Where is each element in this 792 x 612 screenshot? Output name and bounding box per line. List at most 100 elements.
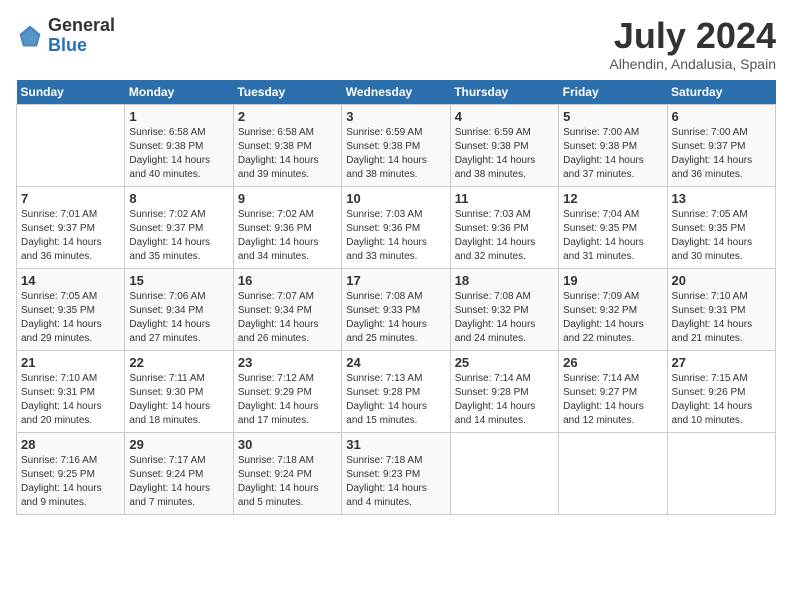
sunrise-text: Sunrise: 7:06 AM [129, 291, 205, 302]
daylight-text: and 37 minutes. [563, 169, 634, 180]
calendar-cell [17, 104, 125, 186]
day-number: 17 [346, 273, 445, 288]
day-number: 4 [455, 109, 554, 124]
daylight-text: Daylight: 14 hours [129, 319, 210, 330]
daylight-text: Daylight: 14 hours [672, 401, 753, 412]
calendar-cell: 7Sunrise: 7:01 AMSunset: 9:37 PMDaylight… [17, 186, 125, 268]
calendar-cell: 14Sunrise: 7:05 AMSunset: 9:35 PMDayligh… [17, 268, 125, 350]
sunset-text: Sunset: 9:33 PM [346, 305, 420, 316]
daylight-text: Daylight: 14 hours [21, 319, 102, 330]
daylight-text: Daylight: 14 hours [346, 155, 427, 166]
day-number: 19 [563, 273, 662, 288]
daylight-text: and 36 minutes. [21, 251, 92, 262]
daylight-text: and 9 minutes. [21, 497, 87, 508]
day-number: 31 [346, 437, 445, 452]
sunrise-text: Sunrise: 7:11 AM [129, 373, 204, 384]
calendar-week-row: 1 Sunrise: 6:58 AM Sunset: 9:38 PM Daylight… [17, 104, 776, 186]
calendar-cell: 12Sunrise: 7:04 AMSunset: 9:35 PMDayligh… [559, 186, 667, 268]
day-info: Sunrise: 7:10 AMSunset: 9:31 PMDaylight:… [672, 290, 771, 346]
daylight-text: and 27 minutes. [129, 333, 200, 344]
day-number: 25 [455, 355, 554, 370]
day-info: Sunrise: 7:01 AMSunset: 9:37 PMDaylight:… [21, 208, 120, 264]
sunset-text: Sunset: 9:29 PM [238, 387, 312, 398]
calendar-cell: 24Sunrise: 7:13 AMSunset: 9:28 PMDayligh… [342, 350, 450, 432]
daylight-text: and 33 minutes. [346, 251, 417, 262]
day-info: Sunrise: 7:14 AMSunset: 9:28 PMDaylight:… [455, 372, 554, 428]
day-info: Sunrise: 7:09 AMSunset: 9:32 PMDaylight:… [563, 290, 662, 346]
daylight-text: Daylight: 14 hours [129, 483, 210, 494]
daylight-text: and 31 minutes. [563, 251, 634, 262]
day-of-week-header: Wednesday [342, 80, 450, 105]
calendar-cell: 28Sunrise: 7:16 AMSunset: 9:25 PMDayligh… [17, 432, 125, 514]
sunset-text: Sunset: 9:24 PM [129, 469, 203, 480]
daylight-text: Daylight: 14 hours [238, 483, 319, 494]
calendar-week-row: 7Sunrise: 7:01 AMSunset: 9:37 PMDaylight… [17, 186, 776, 268]
day-info: Sunrise: 7:18 AMSunset: 9:23 PMDaylight:… [346, 454, 445, 510]
day-number: 10 [346, 191, 445, 206]
daylight-text: and 30 minutes. [672, 251, 743, 262]
day-number: 22 [129, 355, 228, 370]
day-number: 27 [672, 355, 771, 370]
logo-text: General Blue [48, 16, 115, 56]
sunset-text: Sunset: 9:38 PM [455, 141, 529, 152]
calendar-cell: 29Sunrise: 7:17 AMSunset: 9:24 PMDayligh… [125, 432, 233, 514]
day-number: 1 [129, 109, 228, 124]
daylight-text: and 34 minutes. [238, 251, 309, 262]
calendar-cell: 16 Sunrise: 7:07 AMSunset: 9:34 PMDayligh… [233, 268, 341, 350]
sunrise-text: Sunrise: 7:12 AM [238, 373, 314, 384]
day-of-week-header: Sunday [17, 80, 125, 105]
daylight-text: and 22 minutes. [563, 333, 634, 344]
sunset-text: Sunset: 9:36 PM [346, 223, 420, 234]
daylight-text: and 14 minutes. [455, 415, 526, 426]
day-number: 20 [672, 273, 771, 288]
day-info: Sunrise: 7:07 AMSunset: 9:34 PMDaylight:… [238, 290, 337, 346]
sunset-text: Sunset: 9:38 PM [238, 141, 312, 152]
day-info: Sunrise: 7:00 AMSunset: 9:38 PMDaylight:… [563, 126, 662, 182]
calendar-cell [450, 432, 558, 514]
daylight-text: and 26 minutes. [238, 333, 309, 344]
day-of-week-header: Saturday [667, 80, 775, 105]
calendar-cell: 26Sunrise: 7:14 AMSunset: 9:27 PMDayligh… [559, 350, 667, 432]
sunrise-text: Sunrise: 7:00 AM [672, 127, 748, 138]
day-number: 24 [346, 355, 445, 370]
day-number: 18 [455, 273, 554, 288]
logo-icon [16, 22, 44, 50]
sunrise-text: Sunrise: 7:07 AM [238, 291, 314, 302]
daylight-text: and 29 minutes. [21, 333, 92, 344]
sunrise-text: Sunrise: 6:58 AM [129, 127, 205, 138]
sunrise-text: Sunrise: 7:13 AM [346, 373, 422, 384]
daylight-text: Daylight: 14 hours [563, 237, 644, 248]
daylight-text: Daylight: 14 hours [563, 155, 644, 166]
daylight-text: Daylight: 14 hours [563, 401, 644, 412]
day-info: Sunrise: 6:59 AMSunset: 9:38 PMDaylight:… [346, 126, 445, 182]
calendar-cell: 19 Sunrise: 7:09 AMSunset: 9:32 PMDayligh… [559, 268, 667, 350]
daylight-text: Daylight: 14 hours [21, 401, 102, 412]
day-info: Sunrise: 7:08 AMSunset: 9:33 PMDaylight:… [346, 290, 445, 346]
day-number: 16 [238, 273, 337, 288]
sunset-text: Sunset: 9:24 PM [238, 469, 312, 480]
calendar-cell: 27 Sunrise: 7:15 AMSunset: 9:26 PMDayligh… [667, 350, 775, 432]
calendar-cell: 5Sunrise: 7:00 AMSunset: 9:38 PMDaylight… [559, 104, 667, 186]
sunset-text: Sunset: 9:28 PM [455, 387, 529, 398]
calendar-cell: 13Sunrise: 7:05 AMSunset: 9:35 PMDayligh… [667, 186, 775, 268]
daylight-text: and 18 minutes. [129, 415, 200, 426]
day-info: Sunrise: 7:15 AMSunset: 9:26 PMDaylight:… [672, 372, 771, 428]
day-number: 2 [238, 109, 337, 124]
sunrise-text: Sunrise: 7:10 AM [21, 373, 97, 384]
daylight-text: Daylight: 14 hours [238, 155, 319, 166]
daylight-text: and 39 minutes. [238, 169, 309, 180]
sunset-text: Sunset: 9:34 PM [129, 305, 203, 316]
sunset-text: Sunset: 9:38 PM [129, 141, 203, 152]
calendar-cell: 22Sunrise: 7:11 AMSunset: 9:30 PMDayligh… [125, 350, 233, 432]
daylight-text: and 12 minutes. [563, 415, 634, 426]
sunrise-text: Sunrise: 7:00 AM [563, 127, 639, 138]
sunset-text: Sunset: 9:27 PM [563, 387, 637, 398]
daylight-text: and 38 minutes. [346, 169, 417, 180]
daylight-text: and 20 minutes. [21, 415, 92, 426]
calendar-cell: 10Sunrise: 7:03 AMSunset: 9:36 PMDayligh… [342, 186, 450, 268]
sunrise-text: Sunrise: 6:59 AM [455, 127, 531, 138]
day-info: Sunrise: 7:10 AMSunset: 9:31 PMDaylight:… [21, 372, 120, 428]
day-info: Sunrise: 7:17 AMSunset: 9:24 PMDaylight:… [129, 454, 228, 510]
sunset-text: Sunset: 9:38 PM [346, 141, 420, 152]
day-info: Sunrise: 7:02 AMSunset: 9:37 PMDaylight:… [129, 208, 228, 264]
